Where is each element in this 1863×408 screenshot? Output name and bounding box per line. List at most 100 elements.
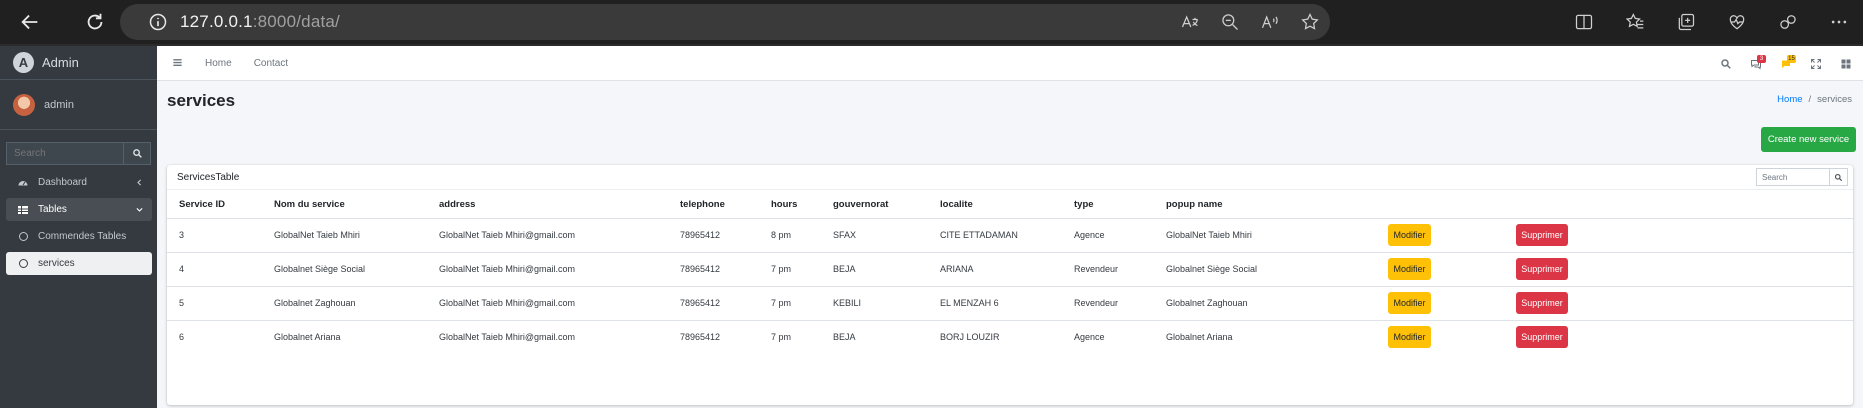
table-search: Search (1756, 168, 1848, 186)
sidebar-item-tables[interactable]: Tables (6, 198, 152, 221)
messages-icon[interactable]: 3 (1743, 46, 1769, 81)
cell-gouvernorat: KEBILI (821, 285, 928, 320)
column-header-actions (1504, 191, 1853, 219)
table-row: 3 GlobalNet Taieb Mhiri GlobalNet Taieb … (167, 217, 1853, 252)
cell-service-name: Globalnet Zaghouan (262, 285, 427, 320)
hamburger-menu-icon[interactable] (172, 56, 183, 71)
favorites-icon[interactable] (1625, 12, 1645, 32)
column-header: popup name (1154, 191, 1376, 219)
refresh-button[interactable] (75, 2, 115, 42)
fullscreen-expand-icon[interactable] (1803, 46, 1829, 81)
messages-badge: 3 (1757, 55, 1766, 63)
cell-gouvernorat: SFAX (821, 217, 928, 252)
user-name[interactable]: admin (44, 99, 74, 111)
breadcrumb-current: services (1817, 94, 1852, 105)
delete-button[interactable]: Supprimer (1516, 224, 1568, 246)
browser-essentials-icon[interactable] (1727, 12, 1747, 32)
table-search-button[interactable] (1829, 168, 1848, 186)
sidebar-search-input[interactable] (6, 142, 123, 165)
brand-link[interactable]: A Admin (0, 46, 157, 80)
cell-popup-name: GlobalNet Taieb Mhiri (1154, 217, 1376, 252)
cell-delete: Supprimer (1504, 285, 1853, 320)
address-bar[interactable]: 127.0.0.1:8000/data/ (120, 4, 1330, 40)
sidebar-item-dashboard[interactable]: Dashboard (6, 171, 152, 194)
nav-link-contact[interactable]: Contact (254, 58, 288, 69)
cell-popup-name: Globalnet Siège Social (1154, 251, 1376, 286)
delete-button[interactable]: Supprimer (1516, 258, 1568, 280)
avatar (13, 93, 35, 116)
modify-button[interactable]: Modifier (1388, 224, 1431, 246)
cell-telephone: 78965412 (668, 319, 759, 354)
cell-hours: 7 pm (759, 251, 821, 286)
navbar-search-icon[interactable] (1713, 46, 1739, 81)
collections-icon[interactable] (1676, 12, 1696, 32)
main-content: Home Contact 3 15 services Home / servic… (157, 46, 1863, 408)
read-aloud-icon[interactable] (1260, 12, 1280, 32)
breadcrumb: Home / services (1777, 94, 1852, 105)
brand-text: Admin (42, 55, 79, 70)
cell-type: Agence (1062, 217, 1154, 252)
url-text: 127.0.0.1:8000/data/ (180, 12, 340, 32)
create-new-service-button[interactable]: Create new service (1761, 127, 1856, 152)
column-header: Service ID (167, 191, 262, 219)
copilot-icon[interactable] (1778, 12, 1798, 32)
user-panel[interactable]: admin (0, 80, 157, 130)
cell-localite: CITE ETTADAMAN (928, 217, 1062, 252)
delete-button[interactable]: Supprimer (1516, 326, 1568, 349)
favorite-star-icon[interactable] (1300, 12, 1320, 32)
cell-service-id: 5 (167, 285, 262, 320)
more-options-icon[interactable] (1829, 12, 1849, 32)
control-sidebar-grid-icon[interactable] (1833, 46, 1859, 81)
column-header-actions (1376, 191, 1504, 219)
cell-telephone: 78965412 (668, 251, 759, 286)
column-header: type (1062, 191, 1154, 219)
column-header: Nom du service (262, 191, 427, 219)
cell-modify: Modifier (1376, 251, 1504, 286)
card-title: ServicesTable (177, 171, 240, 183)
site-info-icon[interactable] (140, 4, 176, 40)
notifications-icon[interactable]: 15 (1773, 46, 1799, 81)
split-screen-icon[interactable] (1574, 12, 1594, 32)
back-button[interactable] (10, 2, 50, 42)
card-header: ServicesTable Search (167, 165, 1853, 190)
modify-button[interactable]: Modifier (1388, 258, 1431, 280)
zoom-out-icon[interactable] (1220, 12, 1240, 32)
chevron-left-icon (135, 171, 144, 194)
cell-modify: Modifier (1376, 319, 1504, 354)
cell-type: Revendeur (1062, 251, 1154, 286)
cell-telephone: 78965412 (668, 217, 759, 252)
cell-modify: Modifier (1376, 285, 1504, 320)
modify-button[interactable]: Modifier (1388, 292, 1431, 314)
breadcrumb-home-link[interactable]: Home (1777, 94, 1802, 105)
delete-button[interactable]: Supprimer (1516, 292, 1568, 314)
cell-service-name: GlobalNet Taieb Mhiri (262, 217, 427, 252)
table-header-row: Service ID Nom du service address teleph… (167, 191, 1853, 219)
nav-link-home[interactable]: Home (205, 58, 232, 69)
notifications-badge: 15 (1787, 55, 1796, 63)
top-navbar: Home Contact 3 15 (157, 46, 1863, 81)
search-icon (1834, 173, 1843, 181)
cell-delete: Supprimer (1504, 217, 1853, 252)
column-header: hours (759, 191, 821, 219)
sidebar: A Admin admin Dashboard Tables Commendes… (0, 46, 157, 408)
read-aloud-language-icon[interactable] (1180, 12, 1200, 32)
url-host: 127.0.0.1 (180, 12, 253, 31)
circle-icon (16, 259, 30, 268)
sidebar-item-commendes-tables[interactable]: Commendes Tables (6, 225, 152, 248)
cell-localite: ARIANA (928, 251, 1062, 286)
cell-hours: 7 pm (759, 319, 821, 354)
cell-service-name: Globalnet Siège Social (262, 251, 427, 286)
dashboard-gauge-icon (16, 177, 30, 189)
cell-delete: Supprimer (1504, 319, 1853, 354)
circle-icon (16, 232, 30, 241)
cell-localite: BORJ LOUZIR (928, 319, 1062, 354)
modify-button[interactable]: Modifier (1388, 326, 1431, 349)
refresh-icon (87, 13, 103, 30)
sidebar-search (6, 142, 152, 165)
back-arrow-icon (21, 14, 38, 30)
brand-logo: A (13, 52, 34, 73)
sidebar-search-button[interactable] (123, 142, 151, 165)
cell-localite: EL MENZAH 6 (928, 285, 1062, 320)
table-search-input[interactable]: Search (1756, 168, 1829, 186)
sidebar-item-services[interactable]: services (6, 252, 152, 275)
